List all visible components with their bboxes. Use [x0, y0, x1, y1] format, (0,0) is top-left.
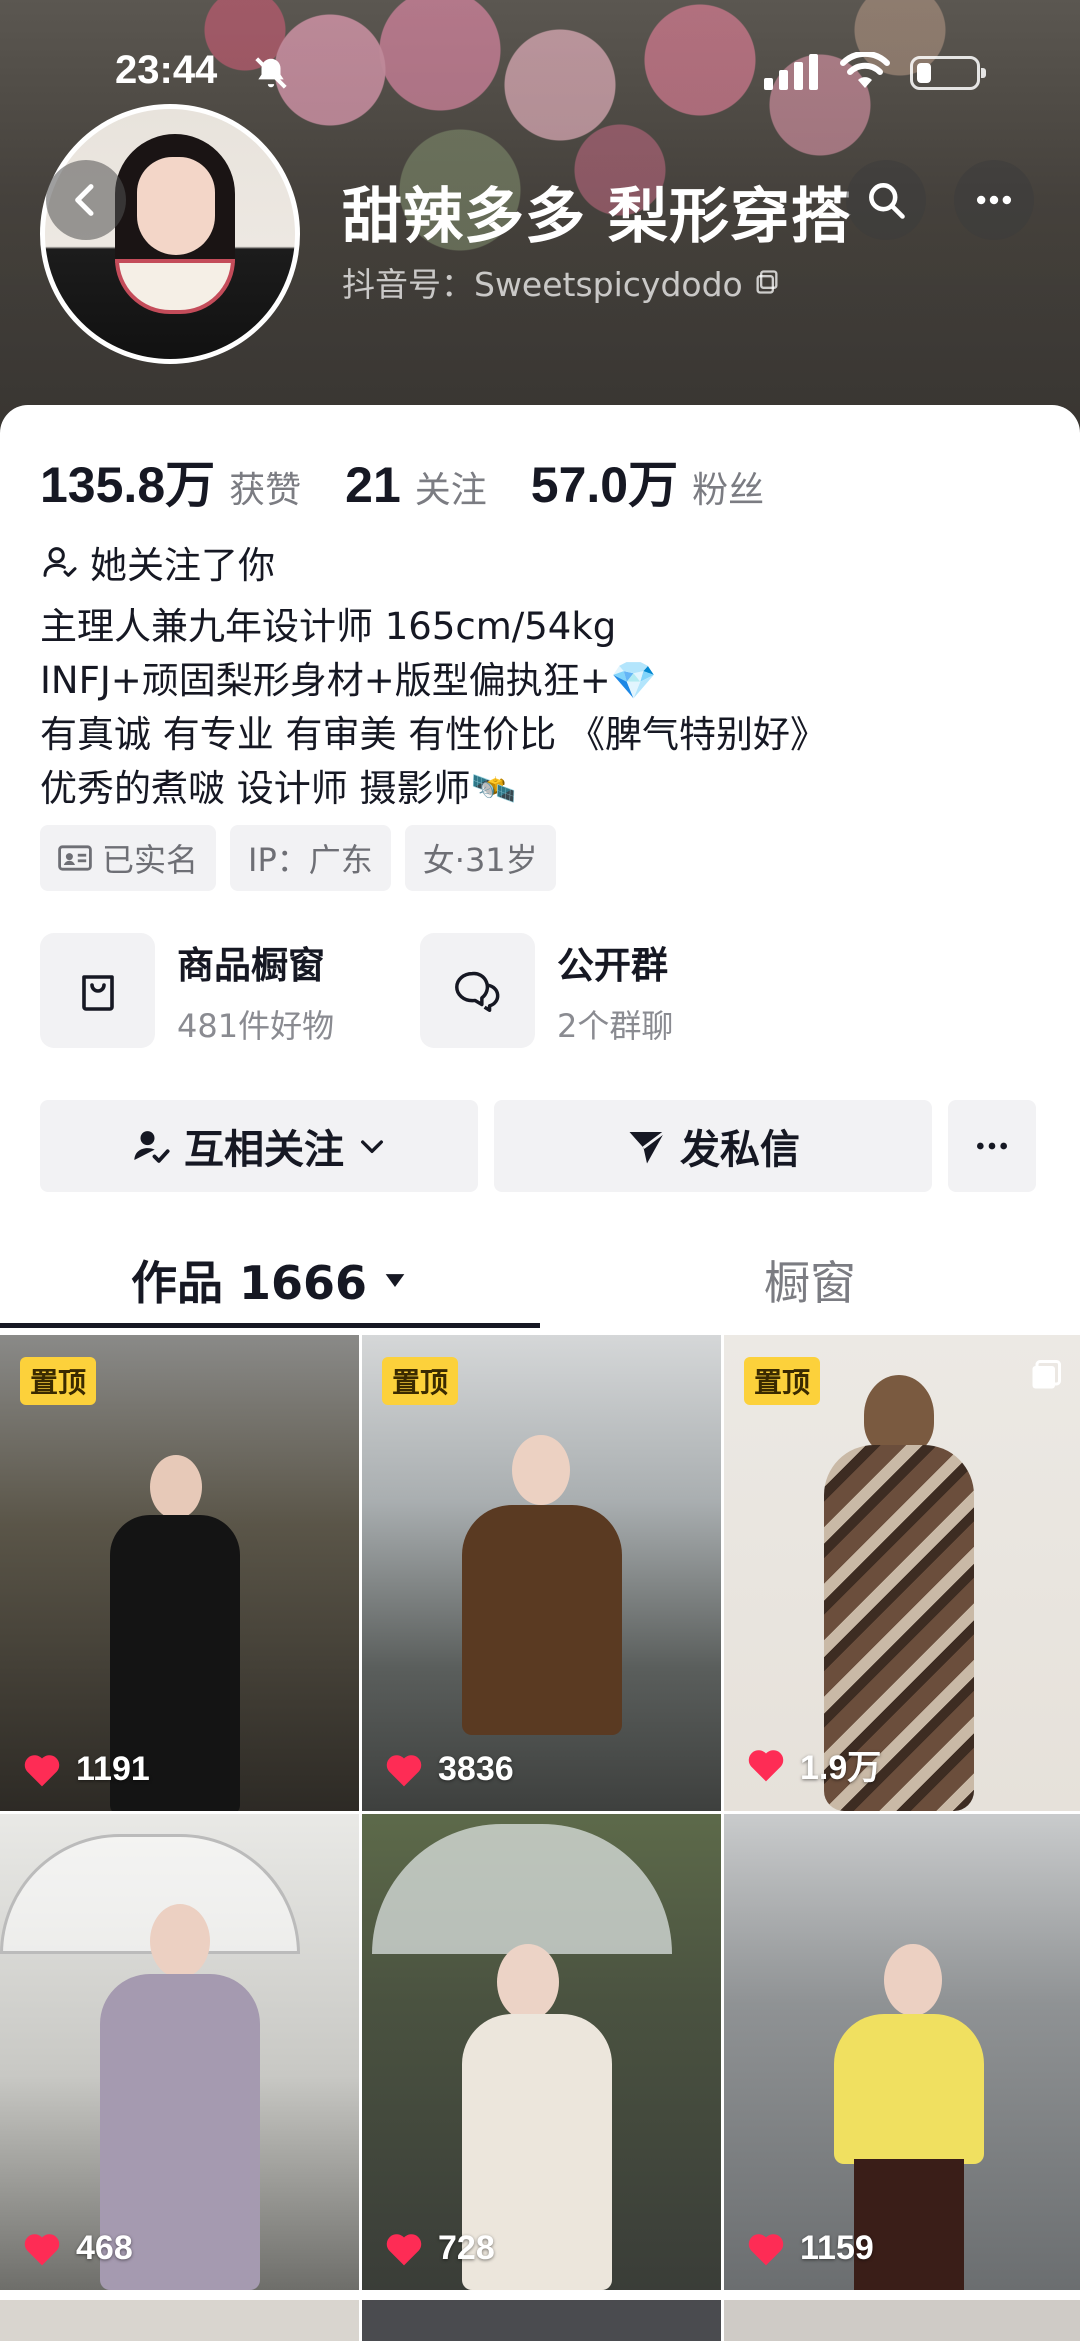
id-card-icon	[58, 845, 92, 871]
gender-age-tag: 女·31岁	[404, 825, 556, 891]
video-likes: 1.9万	[746, 1740, 881, 1789]
wifi-icon	[840, 50, 890, 96]
pinned-badge: 置顶	[744, 1357, 821, 1405]
user-check-icon	[134, 1131, 170, 1163]
douyin-id-text: 抖音号：Sweetspicydodo	[342, 265, 743, 304]
following-count[interactable]: 21	[345, 456, 401, 514]
video-grid-next-row[interactable]	[0, 2300, 1080, 2341]
likes-label: 获赞	[229, 470, 302, 511]
caret-down-icon	[385, 1274, 405, 1287]
video-thumbnail[interactable]: 置顶 1191	[0, 1335, 359, 1811]
video-likes-count: 468	[76, 2229, 133, 2267]
group-chat-icon	[454, 971, 499, 1012]
bio-line: 有真诚 有专业 有审美 有性价比 《脾气特别好》	[40, 713, 828, 756]
send-message-button[interactable]: 发私信	[494, 1100, 932, 1192]
profile-tags: 已实名 IP：广东 女·31岁	[40, 825, 556, 891]
battery-icon	[910, 56, 986, 90]
profile-actions: 互相关注 发私信	[40, 1100, 1036, 1192]
status-bar: 23:44	[0, 40, 1080, 110]
tab-works-label: 作品 1666	[130, 1256, 368, 1310]
video-likes-count: 1159	[800, 2229, 874, 2267]
video-thumbnail[interactable]: 置顶 1.9万	[724, 1335, 1080, 1811]
public-group-title: 公开群	[557, 943, 668, 987]
video-likes-count: 1.9万	[800, 1749, 882, 1787]
likes-count[interactable]: 135.8万	[40, 445, 215, 517]
mutual-follow-button[interactable]: 互相关注	[40, 1100, 478, 1192]
chevron-down-icon	[361, 1140, 383, 1153]
profile-nickname: 甜辣多多 梨形穿搭	[342, 182, 852, 248]
heart-icon	[24, 2233, 60, 2265]
verified-tag: 已实名	[40, 825, 217, 891]
heart-icon	[748, 1749, 784, 1781]
active-tab-indicator	[0, 1323, 540, 1328]
follows-you-indicator: 她关注了你	[40, 535, 275, 589]
cellular-signal-icon	[764, 54, 820, 94]
ip-location-tag: IP：广东	[230, 825, 391, 891]
copy-icon	[756, 270, 778, 294]
pinned-badge: 置顶	[382, 1357, 459, 1405]
shop-window-count: 481件好物	[177, 1006, 335, 1045]
video-likes: 3836	[384, 1750, 514, 1789]
pinned-badge: 置顶	[20, 1357, 97, 1405]
tab-showcase[interactable]: 橱窗	[540, 1225, 1080, 1335]
heart-icon	[386, 1754, 422, 1786]
video-grid: 置顶 1191 置顶 3836 置顶 1.9万 468 728 1159	[0, 1335, 1080, 2290]
video-likes: 468	[22, 2229, 133, 2268]
heart-icon	[24, 1754, 60, 1786]
profile-entries: 商品橱窗 481件好物 公开群 2个群聊	[40, 933, 800, 1048]
following-label: 关注	[414, 470, 487, 511]
video-likes: 728	[384, 2229, 495, 2268]
mutual-follow-label: 互相关注	[184, 1127, 344, 1173]
profile-bio: 主理人兼九年设计师 165cm/54kg INFJ+顽固梨形身材+版型偏执狂+💎…	[40, 600, 827, 816]
video-thumbnail[interactable]: 728	[362, 1814, 721, 2290]
bio-line: INFJ+顽固梨形身材+版型偏执狂+💎	[40, 659, 657, 702]
back-button[interactable]	[46, 160, 126, 240]
bio-line: 优秀的煮啵 设计师 摄影师🛰️	[40, 767, 517, 810]
follows-you-text: 她关注了你	[90, 544, 275, 587]
more-horizontal-icon	[976, 195, 1012, 205]
shop-window-entry[interactable]: 商品橱窗 481件好物	[40, 933, 420, 1048]
heart-icon	[748, 2233, 784, 2265]
verified-tag-text: 已实名	[102, 841, 199, 879]
video-thumbnail[interactable]: 1159	[724, 1814, 1080, 2290]
tab-works[interactable]: 作品 1666	[0, 1225, 540, 1335]
followers-count[interactable]: 57.0万	[531, 445, 678, 517]
search-icon	[869, 183, 905, 219]
profile-stats: 135.8万 获赞 21 关注 57.0万 粉丝	[40, 445, 794, 517]
search-button[interactable]	[846, 160, 926, 240]
content-tabs: 作品 1666 橱窗	[0, 1225, 1080, 1335]
bio-line: 主理人兼九年设计师 165cm/54kg	[40, 605, 617, 648]
video-likes-count: 728	[438, 2229, 495, 2267]
douyin-id[interactable]: 抖音号：Sweetspicydodo	[342, 258, 781, 306]
shopping-bag-icon	[81, 974, 114, 1011]
send-message-label: 发私信	[680, 1127, 800, 1173]
video-likes: 1159	[746, 2229, 874, 2268]
more-horizontal-icon	[977, 1142, 1007, 1150]
followers-label: 粉丝	[692, 470, 765, 511]
video-thumbnail[interactable]: 置顶 3836	[362, 1335, 721, 1811]
shop-window-title: 商品橱窗	[177, 943, 325, 987]
more-options-button[interactable]	[954, 160, 1034, 240]
video-likes: 1191	[22, 1750, 150, 1789]
public-group-entry[interactable]: 公开群 2个群聊	[420, 933, 800, 1048]
chevron-left-icon	[75, 184, 94, 216]
multi-image-icon	[1028, 1357, 1064, 1397]
actions-more-button[interactable]	[948, 1100, 1036, 1192]
status-time: 23:44	[115, 48, 218, 92]
video-likes-count: 3836	[438, 1750, 514, 1788]
heart-icon	[386, 2233, 422, 2265]
video-likes-count: 1191	[76, 1750, 150, 1788]
send-icon	[629, 1130, 666, 1164]
user-follow-icon	[43, 547, 77, 577]
profile-card: 135.8万 获赞 21 关注 57.0万 粉丝 她关注了你 主理人兼九年设计师…	[0, 405, 1080, 2341]
bell-muted-icon	[252, 54, 290, 96]
public-group-count: 2个群聊	[557, 1006, 674, 1045]
video-thumbnail[interactable]: 468	[0, 1814, 359, 2290]
